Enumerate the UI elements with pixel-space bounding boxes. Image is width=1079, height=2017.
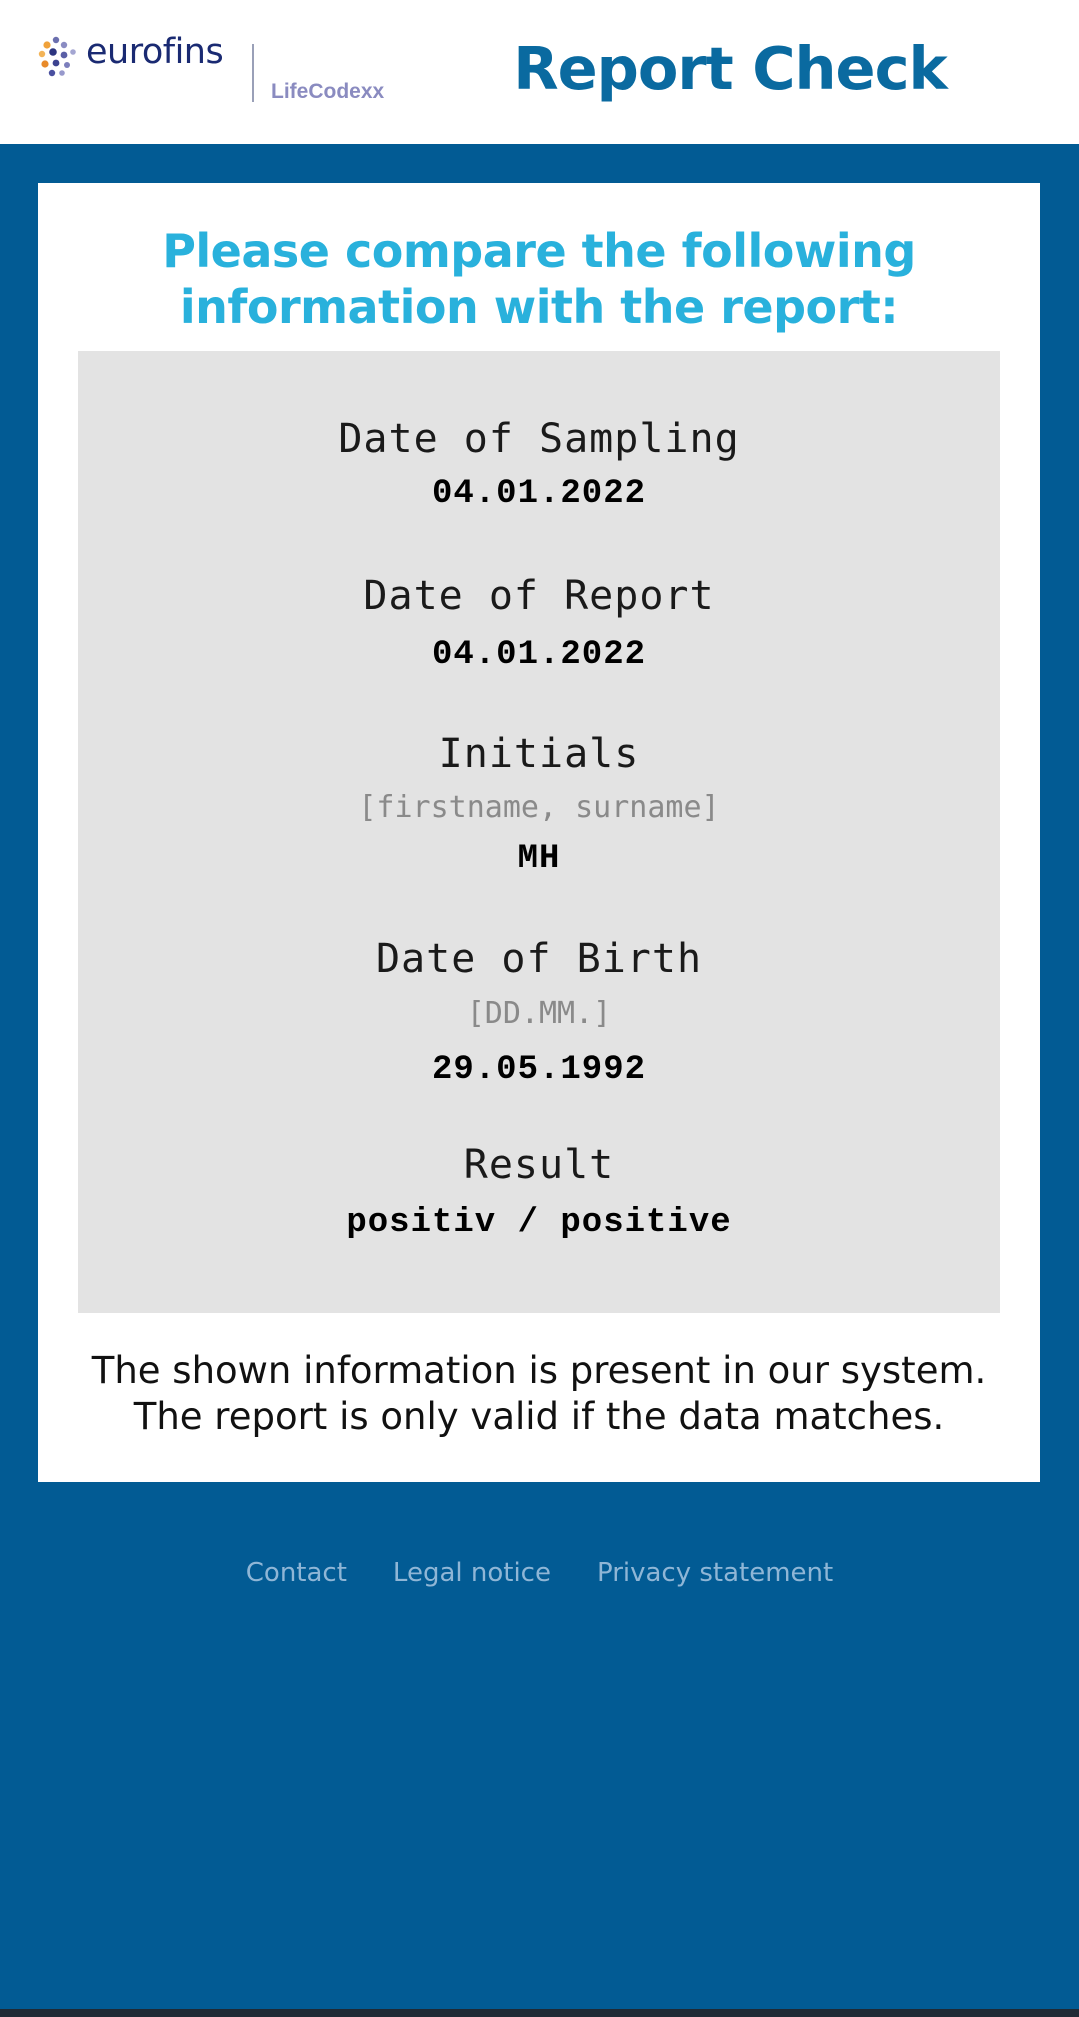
card-heading-line-2: information with the report: (179, 280, 899, 334)
header: eurofins LifeCodexx Report Check (0, 0, 1079, 144)
footer-links: Contact Legal notice Privacy statement (0, 1558, 1079, 1588)
logo-sub-brand: LifeCodexx (271, 80, 385, 103)
logo-divider (252, 44, 254, 102)
logo-wordmark: eurofins (86, 32, 224, 72)
report-data-panel: Date of Sampling 04.01.2022 Date of Repo… (78, 351, 1000, 1313)
footer-link-contact[interactable]: Contact (246, 1558, 347, 1588)
validity-note-line-2: The report is only valid if the data mat… (133, 1395, 945, 1438)
eurofins-dots-icon (38, 36, 76, 77)
page-title: Report Check (513, 34, 948, 103)
field-label-initials: Initials (438, 731, 640, 777)
field-label-date-of-report: Date of Report (363, 573, 715, 619)
field-label-date-of-birth: Date of Birth (375, 936, 703, 982)
report-card: Please compare the following information… (38, 183, 1040, 1482)
field-hint-initials: [firstname, surname] (358, 790, 720, 825)
field-hint-date-of-birth: [DD.MM.] (466, 996, 612, 1031)
field-label-result: Result (463, 1142, 615, 1188)
card-heading: Please compare the following information… (38, 223, 1040, 335)
field-value-date-of-sampling: 04.01.2022 (431, 475, 647, 513)
field-value-date-of-birth: 29.05.1992 (431, 1051, 647, 1089)
validity-note: The shown information is present in our … (38, 1348, 1040, 1440)
field-label-date-of-sampling: Date of Sampling (338, 416, 740, 462)
bottom-bar (0, 2009, 1079, 2017)
validity-note-line-1: The shown information is present in our … (91, 1349, 987, 1392)
footer-link-legal-notice[interactable]: Legal notice (393, 1558, 551, 1588)
field-value-initials: MH (517, 840, 561, 878)
field-value-date-of-report: 04.01.2022 (431, 636, 647, 674)
field-value-result: positiv / positive (346, 1204, 732, 1242)
eurofins-logo[interactable]: eurofins LifeCodexx (38, 32, 398, 106)
card-heading-line-1: Please compare the following (162, 224, 916, 278)
footer-link-privacy-statement[interactable]: Privacy statement (597, 1558, 833, 1588)
